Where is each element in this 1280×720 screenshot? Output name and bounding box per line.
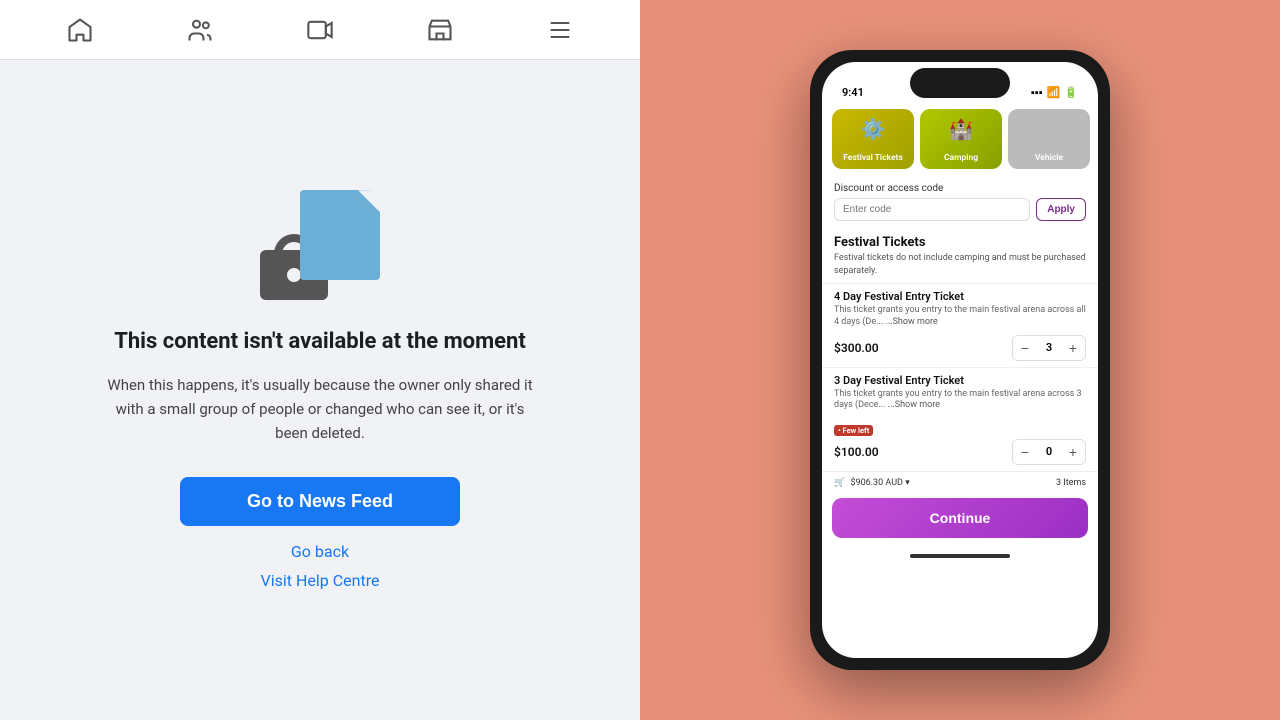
ticket-item-3day: 3 Day Festival Entry Ticket This ticket …	[822, 367, 1098, 471]
chevron-down-icon: ▾	[905, 478, 910, 488]
cart-bar: 🛒 $906.30 AUD ▾ 3 Items	[822, 471, 1098, 494]
video-icon[interactable]	[302, 12, 338, 48]
battery-icon: 🔋	[1064, 86, 1078, 99]
status-icons: ▪▪▪ 📶 🔋	[1031, 86, 1078, 99]
ticket-price-3day: $100.00	[834, 445, 879, 459]
qty-increase-4day[interactable]: +	[1061, 336, 1085, 360]
cart-total: 🛒 $906.30 AUD ▾	[834, 478, 910, 488]
few-left-badge: • Few left	[834, 418, 1086, 439]
continue-button[interactable]: Continue	[832, 498, 1088, 538]
nav-bar	[0, 0, 640, 60]
discount-label: Discount or access code	[834, 183, 1086, 194]
apply-button[interactable]: Apply	[1036, 198, 1086, 221]
error-content: This content isn't available at the mome…	[0, 60, 640, 720]
menu-icon[interactable]	[542, 12, 578, 48]
home-indicator	[822, 546, 1098, 566]
error-title: This content isn't available at the mome…	[114, 328, 526, 357]
festival-icon: ⚙️	[861, 117, 886, 141]
phone-screen: 9:41 ▪▪▪ 📶 🔋 ⚙️ Festival Tickets 🏰 Campi…	[822, 62, 1098, 658]
home-bar	[910, 554, 1010, 558]
lock-illustration	[260, 190, 380, 300]
dynamic-island	[910, 68, 1010, 98]
show-more-3day[interactable]: ...Show more	[888, 400, 940, 410]
discount-section: Discount or access code Apply	[822, 175, 1098, 229]
ticket-price-row-4day: $300.00 − 3 +	[834, 335, 1086, 361]
qty-control-3day: − 0 +	[1012, 439, 1086, 465]
help-centre-link[interactable]: Visit Help Centre	[261, 571, 380, 590]
category-label-vehicle: Vehicle	[1035, 153, 1063, 163]
wifi-icon: 📶	[1047, 86, 1061, 99]
qty-value-3day: 0	[1037, 445, 1061, 458]
category-label-festival: Festival Tickets	[843, 153, 903, 163]
ticket-price-4day: $300.00	[834, 341, 879, 355]
qty-decrease-4day[interactable]: −	[1013, 336, 1037, 360]
category-tab-vehicle[interactable]: Vehicle	[1008, 109, 1090, 169]
phone-content: ⚙️ Festival Tickets 🏰 Camping Vehicle Di…	[822, 103, 1098, 658]
qty-increase-3day[interactable]: +	[1061, 440, 1085, 464]
tickets-section-subtitle: Festival tickets do not include camping …	[822, 252, 1098, 283]
qty-decrease-3day[interactable]: −	[1013, 440, 1037, 464]
right-panel: 9:41 ▪▪▪ 📶 🔋 ⚙️ Festival Tickets 🏰 Campi…	[640, 0, 1280, 720]
go-back-link[interactable]: Go back	[291, 542, 349, 561]
tickets-section-title: Festival Tickets	[822, 229, 1098, 252]
status-time: 9:41	[842, 86, 864, 99]
ticket-price-row-3day: $100.00 − 0 +	[834, 439, 1086, 465]
ticket-item-4day: 4 Day Festival Entry Ticket This ticket …	[822, 283, 1098, 366]
cart-icon: 🛒	[834, 478, 845, 488]
category-tab-camping[interactable]: 🏰 Camping	[920, 109, 1002, 169]
people-icon[interactable]	[182, 12, 218, 48]
discount-row: Apply	[834, 198, 1086, 221]
ticket-name-4day: 4 Day Festival Entry Ticket	[834, 290, 1086, 303]
store-icon[interactable]	[422, 12, 458, 48]
show-more-4day[interactable]: ...Show more	[885, 317, 937, 327]
qty-value-4day: 3	[1037, 341, 1061, 354]
qty-control-4day: − 3 +	[1012, 335, 1086, 361]
cart-items-count: 3 Items	[1056, 478, 1086, 488]
signal-icon: ▪▪▪	[1031, 86, 1043, 99]
ticket-desc-4day: This ticket grants you entry to the main…	[834, 305, 1086, 328]
ticket-desc-3day: This ticket grants you entry to the main…	[834, 389, 1086, 412]
category-label-camping: Camping	[944, 153, 978, 163]
discount-input[interactable]	[834, 198, 1030, 221]
ticket-name-3day: 3 Day Festival Entry Ticket	[834, 374, 1086, 387]
error-description: When this happens, it's usually because …	[100, 373, 540, 445]
camping-icon: 🏰	[949, 117, 974, 141]
category-tab-festival[interactable]: ⚙️ Festival Tickets	[832, 109, 914, 169]
news-feed-button[interactable]: Go to News Feed	[180, 477, 460, 526]
left-panel: This content isn't available at the mome…	[0, 0, 640, 720]
home-icon[interactable]	[62, 12, 98, 48]
phone-frame: 9:41 ▪▪▪ 📶 🔋 ⚙️ Festival Tickets 🏰 Campi…	[810, 50, 1110, 670]
category-tabs: ⚙️ Festival Tickets 🏰 Camping Vehicle	[822, 103, 1098, 175]
